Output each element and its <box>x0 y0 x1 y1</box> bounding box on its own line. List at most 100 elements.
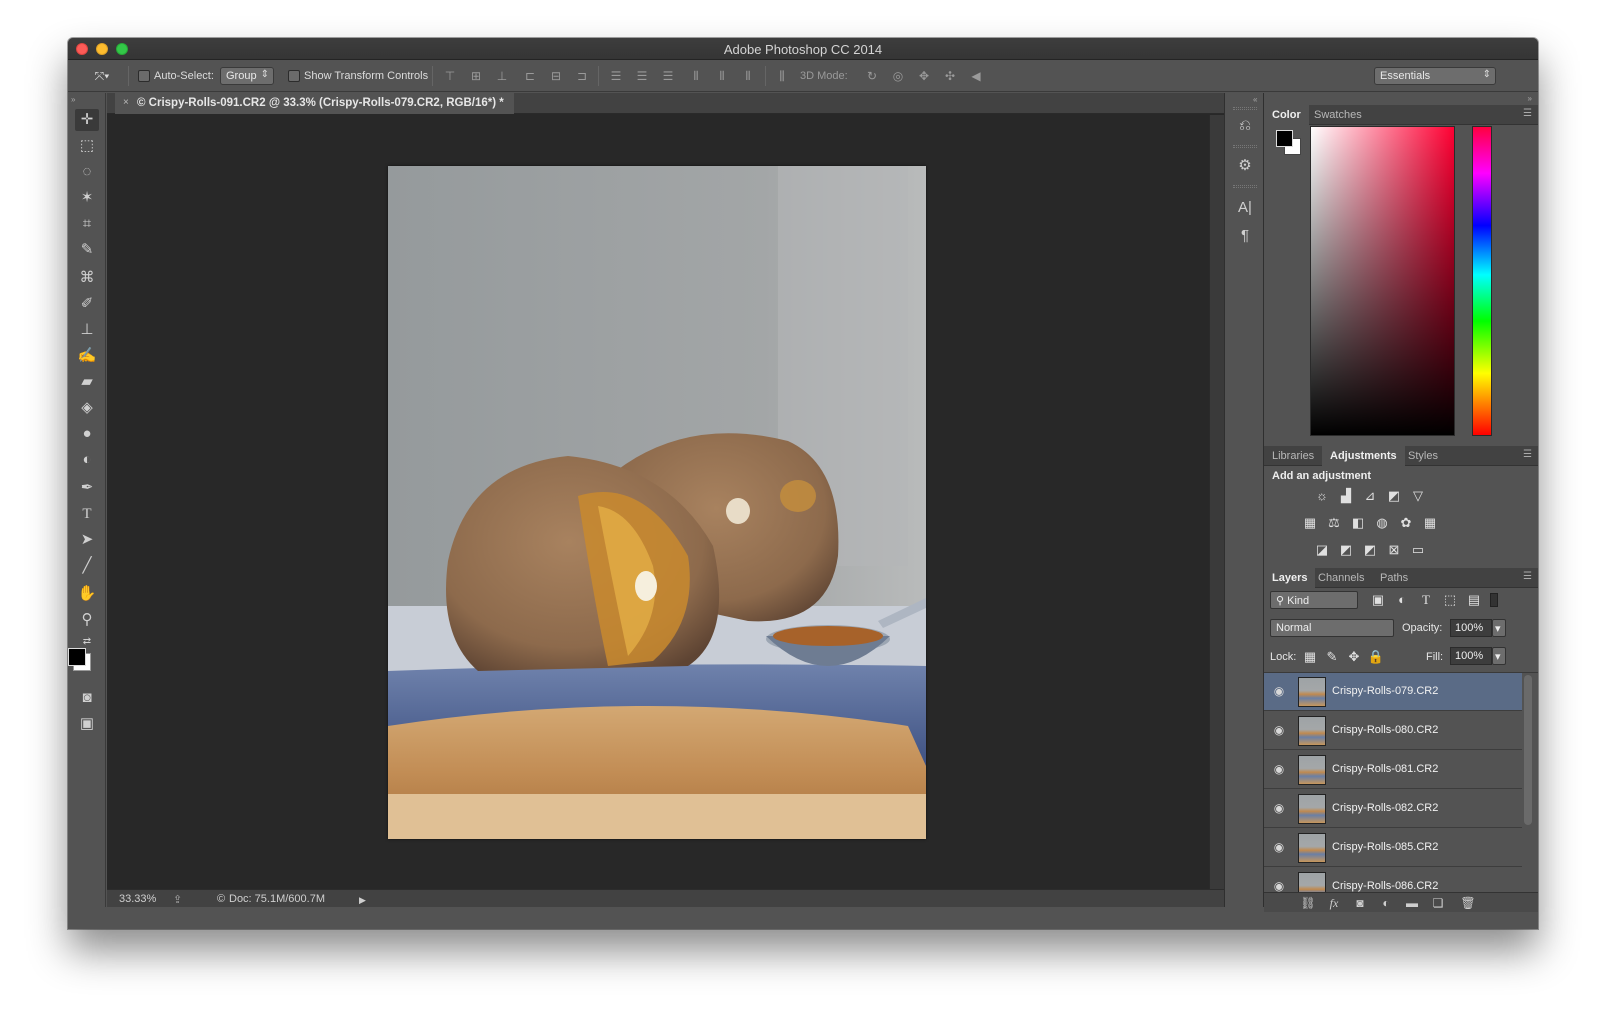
opacity-dropdown-icon[interactable]: ▾ <box>1492 619 1506 637</box>
fill-field[interactable]: 100% <box>1450 647 1492 665</box>
close-tab-icon[interactable]: × <box>123 97 129 108</box>
align-bottom-icon[interactable]: ⊥ <box>494 69 510 83</box>
tab-color[interactable]: Color <box>1264 105 1309 125</box>
collapse-panels-icon[interactable]: » <box>1528 94 1532 103</box>
new-layer-icon[interactable]: ❏ <box>1430 896 1446 910</box>
export-icon[interactable]: ⇪ <box>173 893 182 906</box>
opacity-field[interactable]: 100% <box>1450 619 1492 637</box>
tab-swatches[interactable]: Swatches <box>1306 105 1370 125</box>
auto-select-dropdown[interactable]: Group <box>220 67 274 85</box>
gradient-map-icon[interactable]: ▭ <box>1408 541 1428 559</box>
panel-grip[interactable] <box>1233 145 1257 148</box>
hand-tool-icon[interactable]: ✋ <box>75 583 99 605</box>
distribute-bottom-icon[interactable]: ☰ <box>660 69 676 83</box>
lasso-tool-icon[interactable]: ◌ <box>75 161 99 183</box>
new-adjustment-layer-icon[interactable]: ◐ <box>1378 896 1394 910</box>
3d-slide-icon[interactable]: ✣ <box>942 69 958 83</box>
filter-type-icon[interactable]: T <box>1416 591 1436 609</box>
swap-colors-icon[interactable]: ⇄ <box>75 635 99 649</box>
levels-icon[interactable]: ▟ <box>1336 487 1356 505</box>
lock-pixels-icon[interactable]: ✎ <box>1322 648 1342 666</box>
color-field[interactable] <box>1310 126 1455 436</box>
move-tool-preset-icon[interactable]: ⤧▾ <box>88 69 116 83</box>
healing-brush-tool-icon[interactable]: ⌘ <box>75 267 99 289</box>
character-panel-icon[interactable]: A| <box>1233 197 1257 219</box>
layer-style-icon[interactable]: fx <box>1326 896 1342 911</box>
color-panel-menu-icon[interactable]: ☰ <box>1523 108 1532 119</box>
filter-toggle[interactable] <box>1490 593 1498 607</box>
distribute-right-icon[interactable]: ⫴ <box>740 69 756 83</box>
eyedropper-tool-icon[interactable]: ✎ <box>75 239 99 261</box>
filter-pixel-icon[interactable]: ▣ <box>1368 591 1388 609</box>
lock-transparency-icon[interactable]: ▦ <box>1300 648 1320 666</box>
exposure-icon[interactable]: ◩ <box>1384 487 1404 505</box>
filter-smart-object-icon[interactable]: ▤ <box>1464 591 1484 609</box>
layer-row[interactable]: ◉ Crispy-Rolls-086.CR2 <box>1264 868 1522 892</box>
align-hcenter-icon[interactable]: ⊟ <box>548 69 564 83</box>
zoom-level[interactable]: 33.33% <box>119 893 156 905</box>
visibility-eye-icon[interactable]: ◉ <box>1272 801 1286 815</box>
distribute-hcenter-icon[interactable]: ⫴ <box>714 69 730 83</box>
path-selection-tool-icon[interactable]: ➤ <box>75 529 99 551</box>
auto-select-checkbox[interactable] <box>138 70 150 82</box>
paragraph-panel-icon[interactable]: ¶ <box>1233 225 1257 247</box>
fill-dropdown-icon[interactable]: ▾ <box>1492 647 1506 665</box>
tab-paths[interactable]: Paths <box>1372 568 1416 588</box>
delete-layer-icon[interactable]: 🗑 <box>1460 896 1476 910</box>
3d-camera-icon[interactable]: ◀ <box>968 69 984 83</box>
brush-tool-icon[interactable]: ✐ <box>75 293 99 315</box>
panel-grip[interactable] <box>1233 107 1257 110</box>
distribute-top-icon[interactable]: ☰ <box>608 69 624 83</box>
channel-mixer-icon[interactable]: ✿ <box>1396 514 1416 532</box>
auto-align-icon[interactable]: ⫼ <box>774 69 790 83</box>
filter-adjustment-icon[interactable]: ◐ <box>1392 591 1412 609</box>
layer-row[interactable]: ◉ Crispy-Rolls-081.CR2 <box>1264 751 1522 789</box>
zoom-tool-icon[interactable]: ⚲ <box>75 609 99 631</box>
tab-layers[interactable]: Layers <box>1264 568 1316 588</box>
type-tool-icon[interactable]: T <box>75 503 99 525</box>
brightness-contrast-icon[interactable]: ☼ <box>1312 487 1332 505</box>
document-tab[interactable]: × © Crispy-Rolls-091.CR2 @ 33.3% (Crispy… <box>115 93 514 114</box>
tab-libraries[interactable]: Libraries <box>1264 446 1322 466</box>
hue-saturation-icon[interactable]: ▦ <box>1300 514 1320 532</box>
history-brush-tool-icon[interactable]: ✍ <box>75 345 99 367</box>
align-vcenter-icon[interactable]: ⊞ <box>468 69 484 83</box>
screen-mode-icon[interactable]: ▣ <box>75 713 99 735</box>
distribute-left-icon[interactable]: ⫴ <box>688 69 704 83</box>
crop-tool-icon[interactable]: ⌗ <box>75 213 99 235</box>
threshold-icon[interactable]: ◩ <box>1360 541 1380 559</box>
history-panel-icon[interactable]: ⎌ <box>1233 115 1257 137</box>
link-layers-icon[interactable]: ⛓ <box>1300 896 1316 910</box>
visibility-eye-icon[interactable]: ◉ <box>1272 879 1286 892</box>
properties-panel-icon[interactable]: ⚙ <box>1233 155 1257 177</box>
magic-wand-tool-icon[interactable]: ✶ <box>75 187 99 209</box>
layers-scrollbar[interactable] <box>1524 675 1532 825</box>
3d-rotate-icon[interactable]: ↻ <box>864 69 880 83</box>
align-left-icon[interactable]: ⊏ <box>522 69 538 83</box>
image-canvas[interactable] <box>388 166 926 839</box>
line-tool-icon[interactable]: ╱ <box>75 555 99 577</box>
clone-stamp-tool-icon[interactable]: ⊥ <box>75 319 99 341</box>
tab-adjustments[interactable]: Adjustments <box>1322 446 1405 466</box>
layer-row[interactable]: ◉ Crispy-Rolls-082.CR2 <box>1264 790 1522 828</box>
visibility-eye-icon[interactable]: ◉ <box>1272 723 1286 737</box>
visibility-eye-icon[interactable]: ◉ <box>1272 684 1286 698</box>
quick-mask-icon[interactable]: ◙ <box>75 687 99 709</box>
3d-roll-icon[interactable]: ◎ <box>890 69 906 83</box>
foreground-color-swatch[interactable] <box>1276 130 1293 147</box>
visibility-eye-icon[interactable]: ◉ <box>1272 762 1286 776</box>
vibrance-icon[interactable]: ▽ <box>1408 487 1428 505</box>
add-mask-icon[interactable]: ◙ <box>1352 896 1368 910</box>
show-transform-checkbox[interactable] <box>288 70 300 82</box>
lock-all-icon[interactable]: 🔒 <box>1366 648 1386 666</box>
layer-filter-dropdown[interactable]: ⚲ Kind <box>1270 591 1358 609</box>
paint-bucket-tool-icon[interactable]: ◈ <box>75 397 99 419</box>
filter-shape-icon[interactable]: ⬚ <box>1440 591 1460 609</box>
dodge-tool-icon[interactable]: ◐ <box>75 449 99 471</box>
tab-styles[interactable]: Styles <box>1400 446 1446 466</box>
distribute-vcenter-icon[interactable]: ☰ <box>634 69 650 83</box>
layer-row[interactable]: ◉ Crispy-Rolls-085.CR2 <box>1264 829 1522 867</box>
hue-slider[interactable] <box>1472 126 1492 436</box>
blend-mode-dropdown[interactable]: Normal <box>1270 619 1394 637</box>
blur-tool-icon[interactable]: ● <box>75 423 99 445</box>
